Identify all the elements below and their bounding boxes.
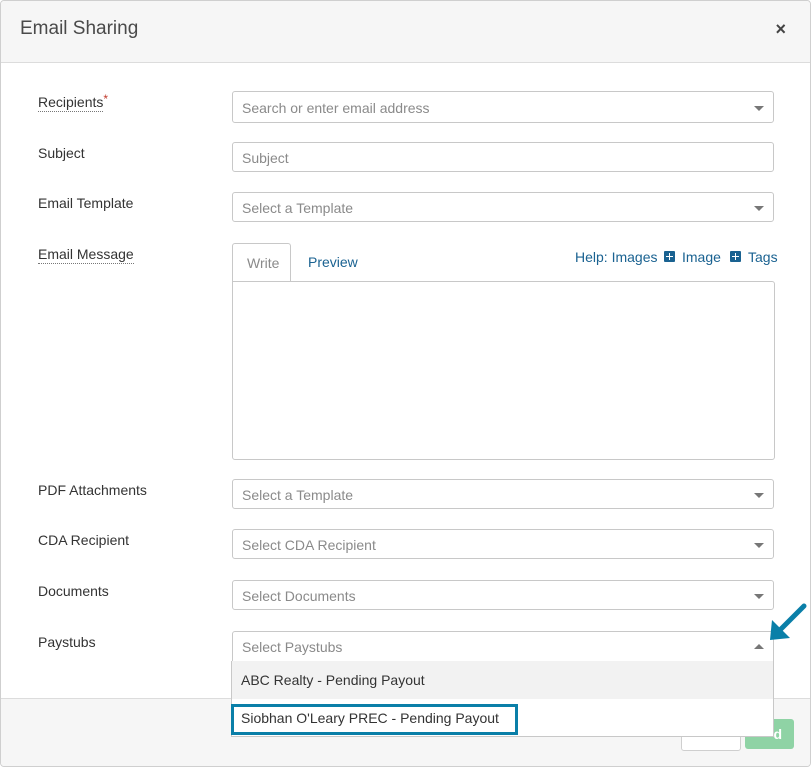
subject-input[interactable]: Subject — [232, 142, 774, 172]
option-label: ABC Realty - Pending Payout — [241, 672, 425, 688]
tab-preview[interactable]: Preview — [308, 254, 358, 270]
dropdown-option[interactable]: ABC Realty - Pending Payout — [232, 661, 773, 699]
documents-label: Documents — [38, 583, 109, 599]
paystubs-label: Paystubs — [38, 634, 96, 650]
tab-write-label: Write — [247, 255, 280, 271]
email-template-select[interactable]: Select a Template — [232, 192, 774, 222]
chevron-down-icon — [754, 106, 764, 111]
recipients-label: Recipients* — [38, 92, 109, 112]
highlight-box — [231, 704, 518, 735]
message-editor[interactable] — [232, 281, 775, 460]
pdf-attachments-placeholder: Select a Template — [242, 487, 354, 503]
paystubs-select[interactable]: Select Paystubs — [232, 631, 774, 662]
chevron-down-icon — [754, 543, 764, 548]
annotation-arrow-icon — [770, 603, 807, 640]
plus-square-icon — [730, 251, 741, 262]
pdf-attachments-select[interactable]: Select a Template — [232, 479, 774, 509]
email-template-label: Email Template — [38, 195, 134, 211]
cda-recipient-placeholder: Select CDA Recipient — [242, 537, 376, 553]
chevron-up-icon — [754, 644, 764, 649]
paystubs-placeholder: Select Paystubs — [242, 639, 343, 655]
recipients-select[interactable]: Search or enter email address — [232, 91, 774, 123]
subject-placeholder: Subject — [242, 150, 289, 166]
send-button-label: d — [773, 726, 782, 742]
dialog-title: Email Sharing — [20, 18, 139, 39]
plus-square-icon — [664, 251, 675, 262]
email-sharing-dialog: Email Sharing × Recipients* Search or en… — [0, 0, 811, 767]
help-images-link[interactable]: Help: Images — [575, 249, 657, 265]
email-message-label-text: Email Message — [38, 246, 134, 264]
chevron-down-icon — [754, 594, 764, 599]
documents-placeholder: Select Documents — [242, 588, 356, 604]
email-message-label: Email Message — [38, 246, 134, 264]
cda-recipient-select[interactable]: Select CDA Recipient — [232, 529, 774, 559]
cda-recipient-label: CDA Recipient — [38, 532, 130, 548]
documents-select[interactable]: Select Documents — [232, 580, 774, 610]
required-mark: * — [103, 92, 109, 106]
recipients-placeholder: Search or enter email address — [242, 100, 430, 116]
insert-tags-link[interactable]: Tags — [748, 249, 778, 265]
insert-image-link[interactable]: Image — [682, 249, 721, 265]
tab-write[interactable]: Write — [232, 243, 291, 281]
email-template-placeholder: Select a Template — [242, 200, 354, 216]
chevron-down-icon — [754, 493, 764, 498]
subject-label: Subject — [38, 145, 85, 161]
close-icon[interactable]: × — [775, 19, 786, 40]
recipients-label-text: Recipients — [38, 94, 104, 112]
chevron-down-icon — [754, 206, 764, 211]
pdf-attachments-label: PDF Attachments — [38, 482, 147, 498]
dialog-header: Email Sharing × — [1, 1, 810, 63]
